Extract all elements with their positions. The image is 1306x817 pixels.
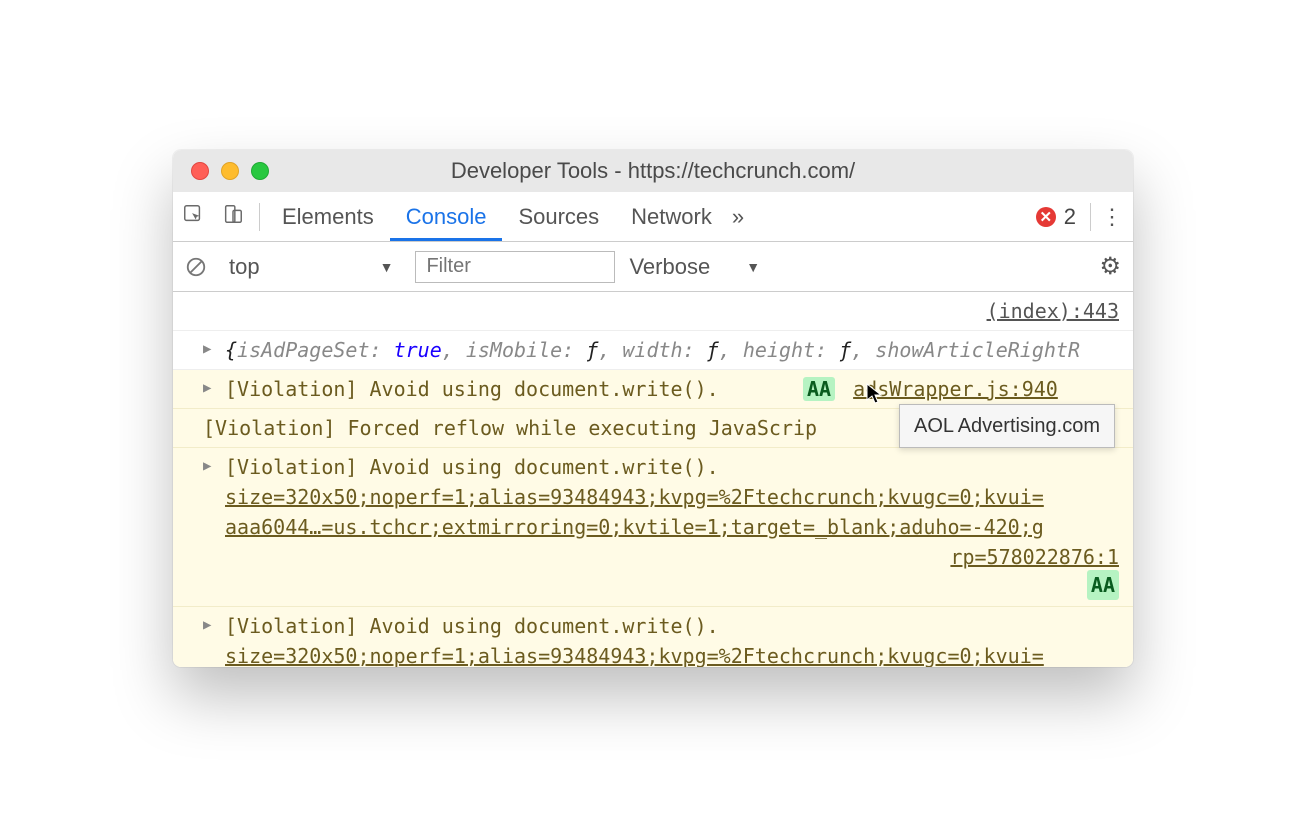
chevron-down-icon: ▼ [380,259,394,275]
close-traffic-light[interactable] [191,162,209,180]
violation-row[interactable]: ▶ [Violation] Avoid using document.write… [173,607,1133,667]
tab-network[interactable]: Network [615,192,728,241]
error-counter[interactable]: ✕ 2 [1036,204,1076,230]
devtools-tabstrip: Elements Console Sources Network » ✕ 2 ⋮ [173,192,1133,242]
context-label: top [229,254,260,280]
error-badge-icon: ✕ [1036,207,1056,227]
disclosure-triangle-icon[interactable]: ▶ [203,456,211,477]
source-link[interactable]: size=320x50;noperf=1;alias=93484943;kvpg… [225,641,1119,667]
violation-text: [Violation] Avoid using document.write()… [225,611,1119,641]
violation-row[interactable]: ▶ [Violation] Avoid using document.write… [173,448,1133,607]
log-level-label: Verbose [629,254,710,280]
tab-console[interactable]: Console [390,192,503,241]
separator [259,203,260,231]
titlebar: Developer Tools - https://techcrunch.com… [173,150,1133,192]
filter-input[interactable] [415,251,615,283]
error-count: 2 [1064,204,1076,230]
source-link[interactable]: (index):443 [987,299,1119,323]
tab-elements[interactable]: Elements [266,192,390,241]
log-object-row[interactable]: ▶ {isAdPageSet: true, isMobile: ƒ, width… [173,331,1133,370]
script-origin-badge[interactable]: AA [803,377,835,401]
clear-console-icon[interactable] [185,256,207,278]
source-link-row: (index):443 [173,292,1133,331]
source-link[interactable]: aaa6044…=us.tchcr;extmirroring=0;kvtile=… [225,512,1119,542]
violation-text: [Violation] Avoid using document.write()… [225,452,1119,482]
object-preview: {isAdPageSet: true, isMobile: ƒ, width: … [225,338,1080,362]
zoom-traffic-light[interactable] [251,162,269,180]
violation-text: [Violation] Avoid using document.write()… [225,377,719,401]
source-link[interactable]: rp=578022876:1 [225,542,1119,572]
context-select[interactable]: top ▼ [221,252,401,282]
traffic-lights [191,162,269,180]
chevron-down-icon: ▼ [746,259,760,275]
inspect-element-icon[interactable] [173,203,213,231]
kebab-menu-icon[interactable]: ⋮ [1097,204,1127,230]
violation-text: [Violation] Forced reflow while executin… [203,416,817,440]
source-link[interactable]: adsWrapper.js:940 [853,377,1058,401]
script-origin-badge[interactable]: AA [1087,570,1119,600]
settings-gear-icon[interactable]: ⚙ [1099,252,1121,281]
log-level-select[interactable]: Verbose ▼ [629,254,760,280]
disclosure-triangle-icon[interactable]: ▶ [203,339,211,360]
disclosure-triangle-icon[interactable]: ▶ [203,615,211,636]
minimize-traffic-light[interactable] [221,162,239,180]
badge-tooltip: AOL Advertising.com [899,404,1115,448]
console-output: (index):443 ▶ {isAdPageSet: true, isMobi… [173,292,1133,667]
devtools-window: Developer Tools - https://techcrunch.com… [173,150,1133,667]
window-title: Developer Tools - https://techcrunch.com… [173,158,1133,184]
tabs-overflow-icon[interactable]: » [732,204,744,230]
device-toolbar-icon[interactable] [213,203,253,231]
source-link[interactable]: size=320x50;noperf=1;alias=93484943;kvpg… [225,482,1119,512]
separator [1090,203,1091,231]
disclosure-triangle-icon[interactable]: ▶ [203,378,211,399]
console-filterbar: top ▼ Verbose ▼ ⚙ [173,242,1133,292]
tab-sources[interactable]: Sources [502,192,615,241]
